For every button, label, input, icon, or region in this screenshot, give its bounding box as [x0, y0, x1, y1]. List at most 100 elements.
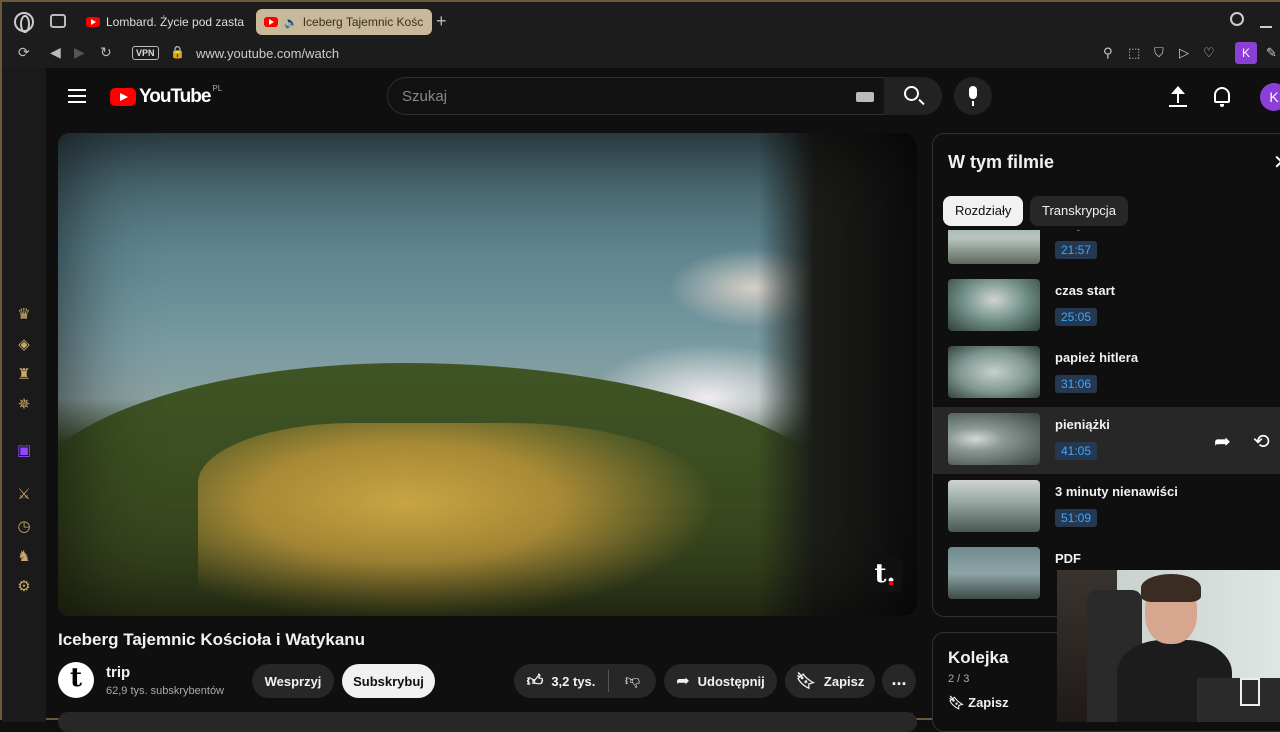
- dislike-button[interactable]: 👎︎: [609, 664, 656, 698]
- more-actions-button[interactable]: ...: [882, 664, 916, 698]
- subscribe-button[interactable]: Subskrybuj: [342, 664, 435, 698]
- chapter-timestamp[interactable]: 41:05: [1055, 442, 1098, 460]
- chapter-item[interactable]: watykan 21:57: [933, 230, 1280, 273]
- new-tab-icon[interactable]: +: [436, 11, 447, 32]
- logo-text: YouTube: [139, 86, 211, 107]
- upload-icon[interactable]: [1168, 86, 1188, 108]
- queue-save-button[interactable]: 🔖︎ Zapisz: [948, 695, 1009, 711]
- search-button[interactable]: [884, 77, 942, 115]
- channel-avatar[interactable]: t: [58, 662, 94, 698]
- voice-search-button[interactable]: [954, 77, 992, 115]
- pin-icon[interactable]: ⚲: [1103, 45, 1113, 61]
- reload-icon[interactable]: ⟳: [18, 44, 30, 61]
- video-player[interactable]: t.: [58, 133, 917, 616]
- chapter-label: 3 minuty nienawiści: [1055, 484, 1178, 499]
- sidebar-app-icon[interactable]: ◈: [15, 336, 33, 354]
- chapter-item[interactable]: papież hitlera 31:06: [933, 340, 1280, 407]
- minimize-icon[interactable]: [1260, 26, 1272, 28]
- keyboard-icon[interactable]: [856, 92, 874, 102]
- region-code: PL: [212, 83, 223, 93]
- shield-icon[interactable]: ⛉: [1154, 45, 1164, 61]
- like-dislike-group: 👍︎ 3,2 tys. 👎︎: [514, 664, 656, 698]
- vpn-badge[interactable]: VPN: [132, 46, 159, 60]
- video-title: Iceberg Tajemnic Kościoła i Watykanu: [58, 630, 366, 649]
- chapter-thumbnail: [948, 480, 1040, 532]
- chapter-thumbnail: [948, 230, 1040, 264]
- tab-manager-icon[interactable]: [50, 14, 66, 28]
- sidebar-app-icon[interactable]: ♛: [15, 306, 33, 324]
- settings-icon[interactable]: ⚙: [15, 578, 33, 596]
- tab-title: Lombard. Życie pod zasta: [106, 15, 245, 29]
- chapter-timestamp[interactable]: 21:57: [1055, 241, 1098, 259]
- sidebar-clock-icon[interactable]: ◷: [15, 518, 33, 536]
- chapter-label: papież hitlera: [1055, 350, 1139, 365]
- extensions-icon[interactable]: ✎: [1266, 45, 1277, 61]
- chapter-list: watykan 21:57 czas start 25:05 papież hi…: [933, 230, 1280, 616]
- back-icon[interactable]: ◀: [50, 44, 61, 61]
- share-label: Udostępnij: [697, 673, 765, 689]
- address-bar: ⟳ ◀ ▶ ↻ VPN 🔒 www.youtube.com/watch ⚲ ⬚ …: [2, 40, 1280, 68]
- speaker-icon[interactable]: 🔊: [284, 16, 298, 29]
- chapter-label: czas start: [1055, 283, 1115, 298]
- like-count: 3,2 tys.: [551, 673, 596, 689]
- lock-icon[interactable]: 🔒: [170, 45, 185, 59]
- thumbs-up-icon: 👍︎: [526, 672, 544, 690]
- heart-icon[interactable]: ♡: [1203, 45, 1215, 61]
- forward-icon[interactable]: ▶: [74, 44, 85, 61]
- description-box[interactable]: [58, 712, 917, 732]
- chapter-timestamp[interactable]: 25:05: [1055, 308, 1098, 326]
- sidebar-app-icon[interactable]: ⚔: [15, 486, 33, 504]
- twitch-icon[interactable]: ▣: [15, 442, 33, 460]
- repeat-icon[interactable]: ⟲: [1253, 429, 1270, 454]
- tab-lombard[interactable]: Lombard. Życie pod zasta: [78, 9, 248, 35]
- support-button[interactable]: Wesprzyj: [252, 664, 334, 698]
- notifications-icon[interactable]: [1214, 87, 1230, 107]
- youtube-favicon-icon: [264, 17, 278, 27]
- tab-title: Iceberg Tajemnic Kośc: [302, 15, 424, 29]
- channel-watermark[interactable]: t.: [868, 558, 902, 592]
- chapter-timestamp[interactable]: 51:09: [1055, 509, 1098, 527]
- chapter-item-active[interactable]: pieniążki 41:05 ➦ ⟲: [933, 407, 1280, 474]
- opera-menu-icon[interactable]: [14, 12, 34, 33]
- fullscreen-icon[interactable]: [1240, 678, 1260, 706]
- chapter-label: PDF: [1055, 551, 1081, 566]
- sidebar-app-icon[interactable]: ✵: [15, 396, 33, 414]
- channel-name[interactable]: trip: [106, 664, 130, 681]
- youtube-play-icon: [110, 88, 136, 106]
- share-button[interactable]: ➦ Udostępnij: [664, 664, 777, 698]
- bookmark-icon: 🔖︎: [795, 673, 816, 690]
- account-avatar[interactable]: K: [1260, 83, 1280, 111]
- chapter-thumbnail: [948, 346, 1040, 398]
- share-icon: ➦: [676, 673, 690, 690]
- chapter-timestamp[interactable]: 31:06: [1055, 375, 1098, 393]
- like-button[interactable]: 👍︎ 3,2 tys.: [514, 664, 608, 698]
- share-icon[interactable]: ➦: [1214, 429, 1231, 454]
- snapshot-icon[interactable]: ⬚: [1128, 45, 1140, 61]
- tab-search-icon[interactable]: [1230, 12, 1244, 26]
- bookmark-icon: 🔖︎: [948, 695, 969, 710]
- chapter-item[interactable]: 3 minuty nienawiści 51:09: [933, 474, 1280, 541]
- save-label: Zapisz: [823, 673, 865, 689]
- browser-sidebar: ♛ ◈ ♜ ✵ ▣ ⚔ ◷ ♞ ⚙: [2, 68, 46, 722]
- menu-icon[interactable]: [68, 89, 86, 103]
- chapter-item[interactable]: czas start 25:05: [933, 273, 1280, 340]
- browser-profile-avatar[interactable]: K: [1235, 42, 1257, 64]
- refresh-icon[interactable]: ↻: [100, 44, 112, 61]
- youtube-header: YouTube PL K: [46, 68, 1280, 126]
- search-input[interactable]: [402, 78, 842, 114]
- close-icon[interactable]: ✕: [1273, 150, 1280, 175]
- youtube-logo[interactable]: YouTube PL: [110, 83, 223, 108]
- save-button[interactable]: 🔖︎ Zapisz: [785, 664, 875, 698]
- send-icon[interactable]: ▷: [1179, 45, 1189, 61]
- sidebar-app-icon[interactable]: ♞: [15, 548, 33, 566]
- tab-bar: Lombard. Życie pod zasta 🔊 Iceberg Tajem…: [2, 2, 1280, 40]
- tab-iceberg[interactable]: 🔊 Iceberg Tajemnic Kośc: [256, 9, 432, 35]
- chapter-thumbnail: [948, 413, 1040, 465]
- chapters-panel: W tym filmie ✕ Rozdziały Transkrypcja wa…: [932, 133, 1280, 617]
- search-box: [387, 77, 885, 115]
- url-field[interactable]: www.youtube.com/watch: [196, 46, 339, 61]
- tab-transcript[interactable]: Transkrypcja: [1030, 196, 1128, 226]
- tab-chapters[interactable]: Rozdziały: [943, 196, 1024, 226]
- queue-count: 2 / 3: [948, 673, 970, 685]
- sidebar-app-icon[interactable]: ♜: [15, 366, 33, 384]
